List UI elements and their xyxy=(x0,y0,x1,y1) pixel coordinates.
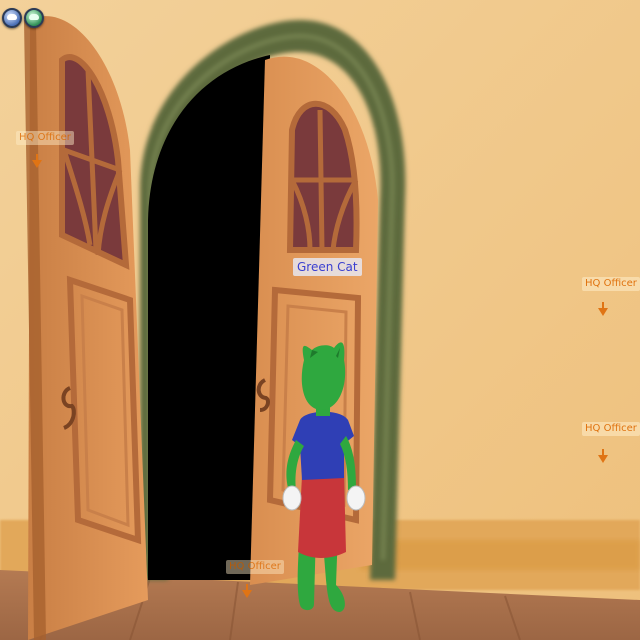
npc-nametag[interactable]: HQ Officer xyxy=(582,422,640,436)
npc-arrow-down-icon xyxy=(32,154,42,168)
npc-arrow-down-icon xyxy=(598,302,608,316)
game-scene xyxy=(0,0,640,640)
toon-head-icon xyxy=(7,14,17,20)
npc-arrow-down-icon xyxy=(242,584,252,598)
player-nametag[interactable]: Green Cat xyxy=(293,258,362,276)
npc-nametag[interactable]: HQ Officer xyxy=(226,560,284,574)
npc-nametag[interactable]: HQ Officer xyxy=(582,277,640,291)
player-glove-left xyxy=(282,485,302,511)
npc-arrow-down-icon xyxy=(598,449,608,463)
menu-button[interactable] xyxy=(24,8,44,28)
player-skirt xyxy=(298,474,346,558)
friends-button[interactable] xyxy=(2,8,22,28)
toon-head-icon xyxy=(29,14,39,20)
player-glove-right xyxy=(346,485,366,511)
npc-nametag[interactable]: HQ Officer xyxy=(16,131,74,145)
